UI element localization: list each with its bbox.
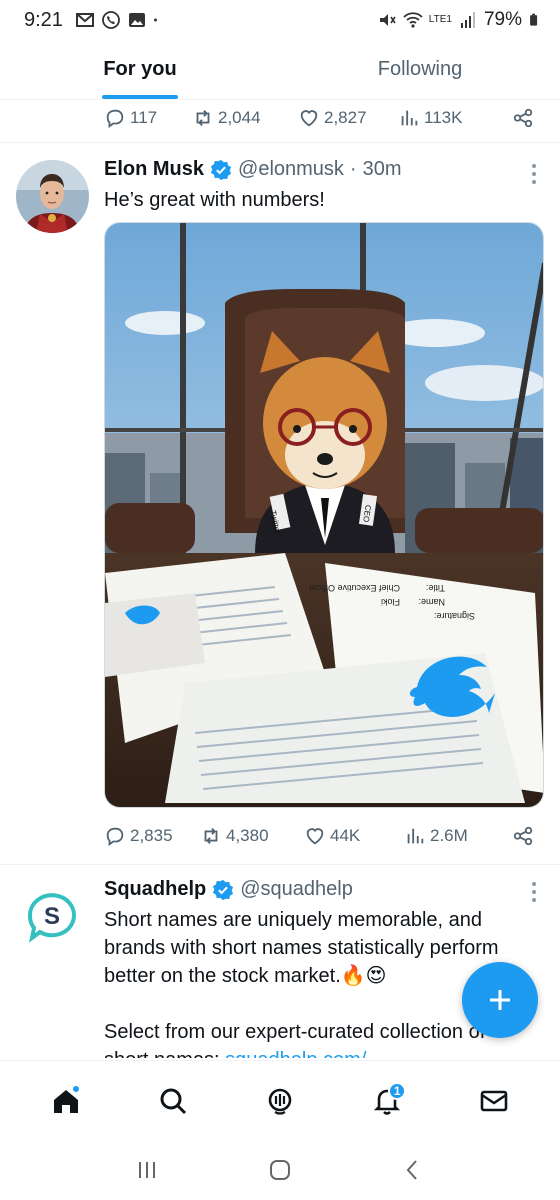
more-options-icon[interactable] — [532, 882, 538, 906]
home-new-dot — [70, 1083, 81, 1094]
share-icon — [513, 826, 533, 846]
nav-home[interactable] — [41, 1076, 91, 1126]
status-bar: 9:21 LTE1 79% — [0, 0, 560, 40]
verified-badge-icon — [210, 159, 232, 180]
retweet-icon — [196, 110, 210, 126]
tweet-media-image[interactable]: Twitter CEO Signature: Name: Floki Title… — [104, 222, 544, 808]
phone-call-icon — [102, 11, 120, 29]
previous-tweet-actions: 117 2,044 2,827 113K — [104, 104, 534, 132]
like-button[interactable]: 44K — [304, 825, 404, 847]
reply-button[interactable]: 117 — [104, 107, 192, 129]
retweet-button[interactable]: 2,044 — [192, 107, 298, 129]
author-handle[interactable]: @elonmusk — [238, 158, 344, 181]
tweet-time: 30m — [362, 158, 402, 180]
network-label: LTE1 — [428, 14, 452, 25]
tweet-emoji: 🔥😍 — [340, 965, 387, 987]
bottom-navigation: 1 — [0, 1060, 560, 1140]
envelope-icon — [481, 1090, 508, 1111]
signal-icon — [460, 12, 475, 28]
wifi-icon — [403, 12, 423, 28]
views-button[interactable]: 113K — [398, 107, 498, 129]
views-count: 2.6M — [430, 826, 468, 845]
share-button[interactable] — [512, 825, 534, 847]
retweet-icon — [204, 828, 218, 844]
reply-count: 2,835 — [130, 826, 173, 845]
nav-notifications[interactable]: 1 — [362, 1076, 412, 1126]
nav-search[interactable] — [148, 1076, 198, 1126]
author-name[interactable]: Elon Musk — [104, 158, 204, 181]
gmail-icon — [75, 13, 94, 27]
share-button[interactable] — [512, 107, 534, 129]
status-time: 9:21 — [24, 8, 63, 31]
tweet-text-main: Short names are uniquely memorable, and … — [104, 909, 499, 987]
heart-icon — [300, 110, 318, 127]
reply-count: 117 — [130, 108, 158, 127]
divider — [0, 142, 560, 143]
plus-icon — [490, 990, 510, 1010]
battery-icon — [530, 13, 538, 26]
reply-button[interactable]: 2,835 — [104, 825, 200, 847]
avatar-squadhelp[interactable]: S — [16, 878, 89, 951]
spaces-icon — [268, 1088, 292, 1115]
reply-icon — [106, 109, 124, 129]
search-icon — [160, 1088, 186, 1114]
like-count: 44K — [330, 826, 361, 845]
doc-title-label: Title: — [426, 583, 445, 593]
tab-for-you-label: For you — [103, 58, 177, 80]
dot-icon — [153, 18, 157, 22]
retweet-count: 2,044 — [218, 108, 261, 127]
notifications-badge: 1 — [388, 1081, 407, 1100]
reply-icon — [106, 827, 124, 847]
mute-icon — [379, 14, 396, 26]
avatar-elon-image — [16, 160, 89, 233]
retweet-button[interactable]: 4,380 — [200, 825, 304, 847]
retweet-count: 4,380 — [226, 826, 269, 845]
back-icon[interactable] — [400, 1157, 426, 1183]
author-name[interactable]: Squadhelp — [104, 878, 206, 901]
shiba-ceo-illustration: Twitter CEO Signature: Name: Floki Title… — [105, 223, 543, 807]
tweet-actions: 2,835 4,380 44K 2.6M — [104, 822, 534, 850]
compose-tweet-button[interactable] — [462, 962, 538, 1038]
tweet-header: Squadhelp @squadhelp — [104, 878, 353, 901]
like-button[interactable]: 2,827 — [298, 107, 398, 129]
divider — [0, 864, 560, 865]
tab-for-you[interactable]: For you — [0, 40, 280, 99]
verified-badge-icon — [213, 879, 234, 900]
tweet-header: Elon Musk @elonmusk · 30m — [104, 158, 402, 181]
svg-text:S: S — [44, 903, 60, 930]
gallery-icon — [128, 13, 145, 27]
active-tab-indicator — [102, 95, 178, 99]
share-icon — [513, 108, 533, 128]
doc-title-value: Chief Executive Officer — [309, 583, 400, 593]
heart-icon — [306, 828, 324, 845]
doc-name-value: Floki — [381, 597, 400, 607]
timeline-tabs: For you Following — [0, 40, 560, 100]
home-button-icon[interactable] — [267, 1157, 293, 1183]
views-icon — [401, 110, 418, 126]
avatar-elon[interactable] — [16, 160, 89, 233]
tab-following-label: Following — [377, 58, 463, 80]
doc-signature: Signature: — [434, 611, 475, 621]
views-icon — [407, 828, 424, 844]
squadhelp-logo-icon: S — [27, 893, 76, 943]
nav-spaces[interactable] — [255, 1076, 305, 1126]
views-button[interactable]: 2.6M — [404, 825, 504, 847]
like-count: 2,827 — [324, 108, 367, 127]
battery-percent: 79% — [483, 9, 522, 30]
tweet-link[interactable]: squadhelp.com/ — [225, 1049, 366, 1058]
more-options-icon[interactable] — [532, 164, 538, 188]
recents-icon[interactable] — [134, 1157, 160, 1183]
system-navigation — [0, 1140, 560, 1200]
tab-following[interactable]: Following — [280, 40, 560, 99]
separator-dot: · — [349, 158, 357, 180]
author-handle[interactable]: @squadhelp — [240, 878, 353, 901]
doc-name-label: Name: — [418, 597, 445, 607]
tweet-text-prefix: short names: — [104, 1049, 220, 1058]
nav-messages[interactable] — [469, 1076, 519, 1126]
tweet-text: He’s great with numbers! — [104, 189, 325, 211]
views-count: 113K — [424, 108, 463, 127]
